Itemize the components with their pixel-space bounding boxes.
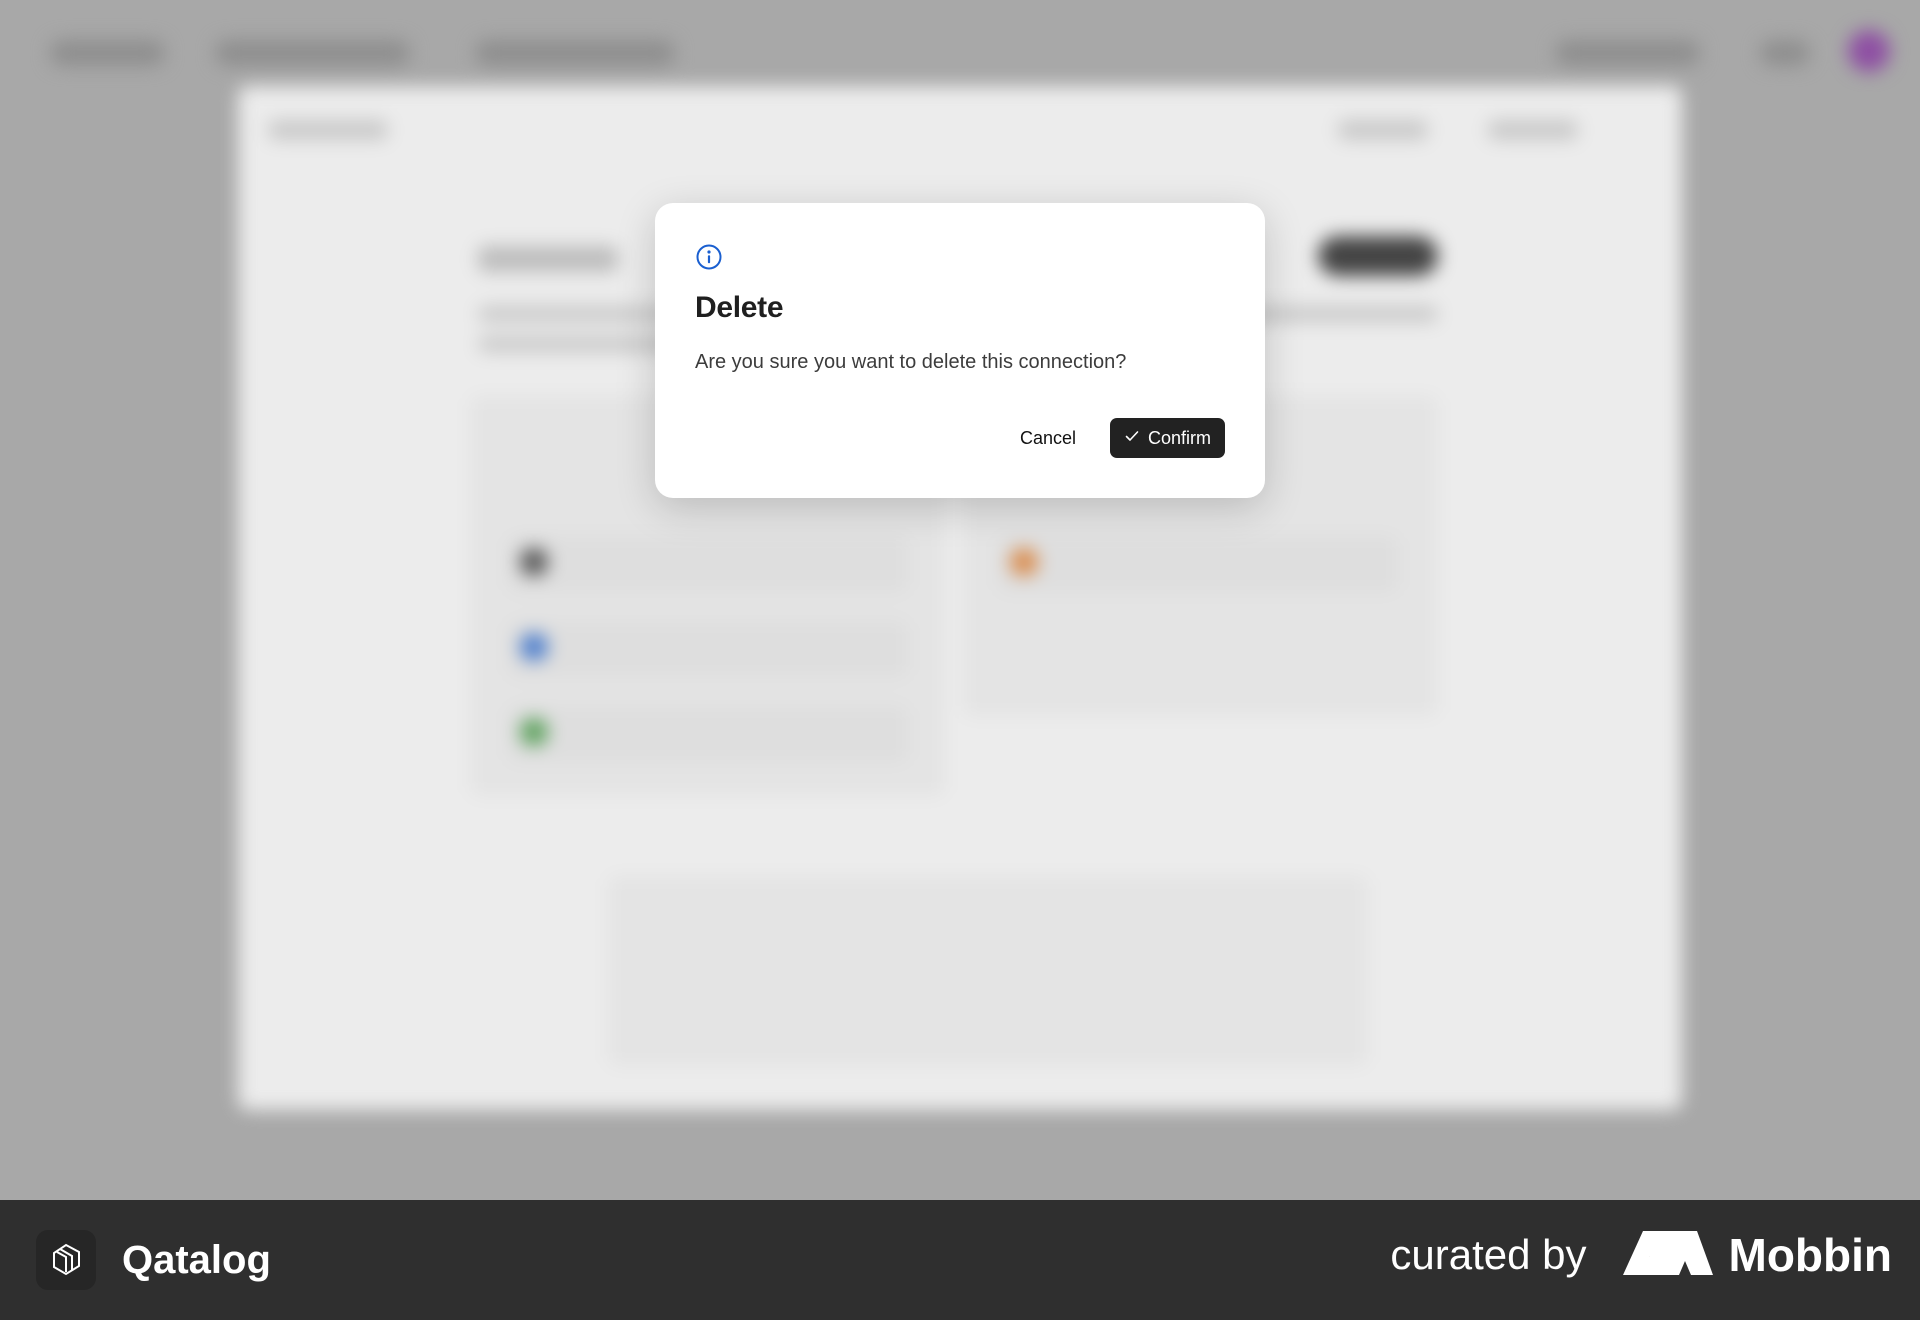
background-topbar <box>0 0 1920 100</box>
background-action <box>1488 120 1578 140</box>
background-dot <box>520 548 548 576</box>
mobbin-brand: Mobbin <box>1622 1228 1893 1282</box>
background-row <box>508 706 908 762</box>
check-icon <box>1124 428 1140 449</box>
background-nav-item <box>475 40 675 66</box>
background-app <box>0 0 1920 1200</box>
confirm-button[interactable]: Confirm <box>1109 418 1225 458</box>
dialog-actions: Cancel Confirm <box>1016 418 1225 458</box>
cancel-button[interactable]: Cancel <box>1016 420 1080 457</box>
qatalog-logo-icon <box>36 1230 96 1290</box>
app-brand: Qatalog <box>36 1230 271 1290</box>
avatar <box>1848 30 1890 72</box>
background-breadcrumb <box>268 120 388 140</box>
curated-label: curated by <box>1390 1231 1587 1278</box>
background-row <box>998 536 1398 592</box>
blurred-background <box>0 0 1920 1200</box>
background-nav-item <box>50 40 165 66</box>
confirm-label: Confirm <box>1147 427 1211 448</box>
attribution-footer: Qatalog curated by Mobbin <box>0 1200 1920 1320</box>
background-primary-button <box>1318 236 1438 276</box>
curated-by: curated by Mobbin <box>1390 1228 1892 1282</box>
app-name: Qatalog <box>122 1237 271 1282</box>
background-dot <box>520 633 548 661</box>
background-nav-item <box>1760 40 1810 66</box>
background-dot <box>1010 548 1038 576</box>
background-nav-item <box>215 40 410 66</box>
background-nav-item <box>1555 40 1700 66</box>
info-circle-icon <box>695 243 1225 271</box>
mobbin-logo-icon <box>1622 1230 1713 1280</box>
background-row <box>508 621 908 677</box>
delete-dialog: Delete Are you sure you want to delete t… <box>655 203 1265 498</box>
dialog-message: Are you sure you want to delete this con… <box>695 351 1127 373</box>
background-action <box>1338 120 1428 140</box>
background-card <box>608 876 1368 1066</box>
background-row <box>508 536 908 592</box>
curator-name: Mobbin <box>1728 1229 1893 1281</box>
dialog-title: Delete <box>695 291 784 324</box>
background-dot <box>520 718 548 746</box>
background-heading <box>478 246 618 272</box>
